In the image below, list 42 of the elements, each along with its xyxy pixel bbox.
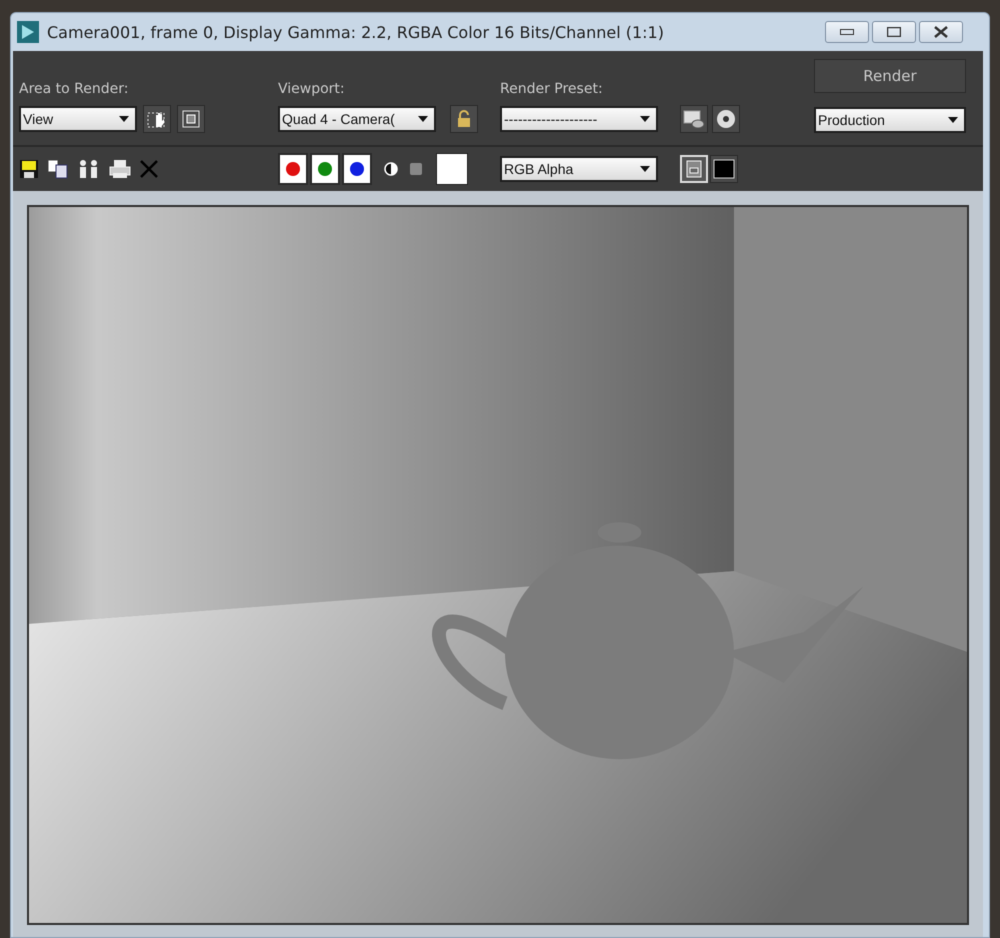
minimize-icon xyxy=(840,29,854,35)
render-preset-label: Render Preset: xyxy=(500,81,604,97)
channel-display-dropdown[interactable]: RGB Alpha xyxy=(500,156,658,182)
viewport-dropdown[interactable]: Quad 4 - Camera( xyxy=(278,106,436,132)
window-icon xyxy=(686,160,702,178)
viewport-label: Viewport: xyxy=(278,81,346,97)
render-setup-button[interactable] xyxy=(680,105,708,133)
lock-icon xyxy=(457,110,471,128)
environment-button[interactable] xyxy=(712,105,740,133)
save-icon[interactable] xyxy=(19,159,39,179)
close-icon xyxy=(934,26,948,38)
color-swatch[interactable] xyxy=(436,153,468,185)
caret-icon xyxy=(640,116,650,122)
render-mode-dropdown[interactable]: Production xyxy=(814,107,966,133)
window-title: Camera001, frame 0, Display Gamma: 2.2, RGBA Color 16 Bits/Channel (1:1) xyxy=(47,22,665,42)
channel-toggle[interactable] xyxy=(342,153,372,185)
display-button[interactable] xyxy=(710,155,738,183)
render-button[interactable]: Render xyxy=(814,59,966,93)
filled-frame-icon xyxy=(713,159,735,179)
close-button[interactable] xyxy=(919,21,963,43)
maximize-button[interactable] xyxy=(872,21,916,43)
area-dropdown[interactable]: View xyxy=(19,106,137,132)
auto-region-button[interactable] xyxy=(177,105,205,133)
channel-toggle[interactable] xyxy=(310,153,340,185)
edit-region-button[interactable] xyxy=(143,105,171,133)
overlay-button[interactable] xyxy=(680,155,708,183)
maximize-icon xyxy=(887,27,901,37)
caret-icon xyxy=(119,116,129,122)
app-icon xyxy=(17,21,39,43)
channel-toggle[interactable] xyxy=(278,153,308,185)
minimize-button[interactable] xyxy=(825,21,869,43)
region-icon xyxy=(181,109,201,129)
caret-icon xyxy=(640,166,650,172)
caret-icon xyxy=(948,117,958,123)
teapot-window-icon xyxy=(683,109,705,129)
disc-icon xyxy=(716,109,736,129)
render-preset-dropdown[interactable]: -------------------- xyxy=(500,106,658,132)
area-to-render-label: Area to Render: xyxy=(19,81,130,97)
copy-icon[interactable] xyxy=(47,159,69,179)
caret-icon xyxy=(418,116,428,122)
print-icon[interactable] xyxy=(109,159,131,179)
lock-button[interactable] xyxy=(450,105,478,133)
